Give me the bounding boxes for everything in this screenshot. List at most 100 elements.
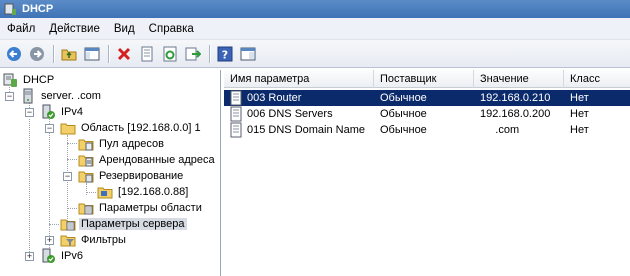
option-icon (230, 122, 242, 138)
refresh-button[interactable] (159, 43, 180, 64)
tree-label-filters: Фильтры (81, 234, 126, 246)
show-hide-tree-button[interactable] (81, 43, 102, 64)
tree-label-reservations: Резервирование (99, 170, 184, 182)
option-value: .com (480, 124, 520, 136)
tree-label-address-pool: Пул адресов (99, 138, 164, 150)
table-row[interactable]: 003 Router Обычное 192.168.0.210 Нет (224, 90, 630, 106)
tree-label-scope-options: Параметры области (99, 202, 202, 214)
ipv4-server-icon (42, 104, 55, 119)
menu-file[interactable]: Файл (0, 19, 42, 39)
reservations-icon (78, 171, 94, 183)
tree-node-server[interactable]: server. .com (20, 88, 103, 104)
option-name-cell: 006 DNS Servers (228, 106, 333, 122)
tree-connector (86, 183, 87, 195)
tree-node-dhcp[interactable]: DHCP (2, 72, 56, 88)
delete-icon (117, 47, 130, 60)
tree-node-filters[interactable]: Фильтры (60, 232, 128, 248)
properties-button[interactable] (136, 43, 157, 64)
list-header: Имя параметра Поставщик Значение Класс (224, 70, 630, 88)
tree-connector (29, 119, 30, 260)
delete-button[interactable] (113, 43, 134, 64)
menu-bar: Файл Действие Вид Справка (0, 18, 630, 40)
expand-filters-toggle[interactable]: + (45, 236, 54, 245)
menu-help[interactable]: Справка (142, 19, 201, 39)
tree-label-address-leases: Арендованные адреса (99, 154, 215, 166)
table-row[interactable]: 006 DNS Servers Обычное 192.168.0.200 Не… (224, 106, 630, 122)
collapse-reservations-toggle[interactable]: − (63, 172, 72, 181)
tree-node-scope-options[interactable]: Параметры области (78, 200, 204, 216)
tree-label-dhcp: DHCP (23, 74, 55, 86)
option-value: 192.168.0.210 (480, 92, 551, 104)
dhcp-app-icon (4, 3, 16, 15)
column-header-vendor[interactable]: Поставщик (374, 70, 474, 88)
export-list-button[interactable] (182, 43, 203, 64)
title-bar: DHCP (0, 0, 630, 18)
tree-label-server: server. .com (41, 90, 101, 102)
option-icon (230, 106, 242, 122)
options-list: Имя параметра Поставщик Значение Класс 0… (224, 70, 630, 276)
reservation-client-icon (97, 187, 113, 199)
tree-label-ipv6: IPv6 (61, 250, 84, 262)
option-icon (230, 90, 242, 106)
menu-action[interactable]: Действие (42, 19, 107, 39)
tree-connector (67, 143, 77, 144)
export-icon (185, 47, 201, 60)
address-leases-icon (78, 155, 94, 167)
back-button[interactable] (3, 43, 24, 64)
forward-button[interactable] (26, 43, 47, 64)
tree-node-address-leases[interactable]: Арендованные адреса (78, 152, 217, 168)
tree-node-address-pool[interactable]: Пул адресов (78, 136, 166, 152)
tree-node-ipv4[interactable]: IPv4 (40, 104, 85, 120)
up-folder-icon (61, 49, 76, 60)
dhcp-icon (3, 73, 17, 87)
forward-icon (29, 46, 44, 61)
option-name: 003 Router (247, 92, 302, 104)
expand-ipv6-toggle[interactable]: + (25, 252, 34, 261)
table-row[interactable]: 015 DNS Domain Name Обычное .com Нет (224, 122, 630, 138)
option-class: Нет (570, 108, 589, 120)
tree-connector (86, 192, 96, 193)
column-header-value[interactable]: Значение (474, 70, 564, 88)
option-vendor: Обычное (380, 92, 427, 104)
tree-label-ipv4: IPv4 (61, 106, 84, 118)
back-icon (6, 46, 21, 61)
console-button[interactable] (237, 43, 258, 64)
help-icon: ? (217, 46, 232, 61)
folder-icon (60, 123, 76, 135)
svg-text:?: ? (221, 48, 227, 61)
server-icon (23, 88, 33, 104)
collapse-ipv4-toggle[interactable]: − (25, 108, 34, 117)
toolbar-separator (209, 44, 210, 63)
tree-node-scope[interactable]: Область [192.168.0.0] 1 (60, 120, 203, 136)
ipv6-server-icon (42, 248, 55, 263)
collapse-server-toggle[interactable]: − (5, 92, 14, 101)
option-value: 192.168.0.200 (480, 108, 551, 120)
filters-icon (60, 235, 76, 247)
tree-node-reservations[interactable]: Резервирование (78, 168, 185, 184)
option-class: Нет (570, 92, 589, 104)
collapse-scope-toggle[interactable]: − (45, 124, 54, 133)
toolbar: ? (0, 40, 630, 68)
tree-node-ipv6[interactable]: IPv6 (40, 248, 85, 264)
properties-icon (141, 46, 152, 61)
tree-node-reservation-item[interactable]: [192.168.0.88] (97, 184, 190, 200)
refresh-icon (163, 46, 176, 61)
window-title: DHCP (22, 3, 54, 15)
tree-connector (67, 135, 68, 227)
option-name: 006 DNS Servers (247, 108, 333, 120)
help-button[interactable]: ? (214, 43, 235, 64)
option-name-cell: 015 DNS Domain Name (228, 122, 365, 138)
tree-label-scope: Область [192.168.0.0] 1 (81, 122, 201, 134)
tree-connector (67, 208, 77, 209)
tree-connector (67, 159, 77, 160)
column-header-name[interactable]: Имя параметра (224, 70, 374, 88)
tree-connector (49, 224, 59, 225)
console-icon (240, 47, 255, 60)
scope-options-icon (78, 203, 94, 215)
menu-view[interactable]: Вид (107, 19, 142, 39)
column-header-class[interactable]: Класс (564, 70, 630, 88)
option-vendor: Обычное (380, 124, 427, 136)
up-button[interactable] (58, 43, 79, 64)
tree-node-server-options[interactable]: Параметры сервера (60, 216, 187, 232)
option-name: 015 DNS Domain Name (247, 124, 365, 136)
